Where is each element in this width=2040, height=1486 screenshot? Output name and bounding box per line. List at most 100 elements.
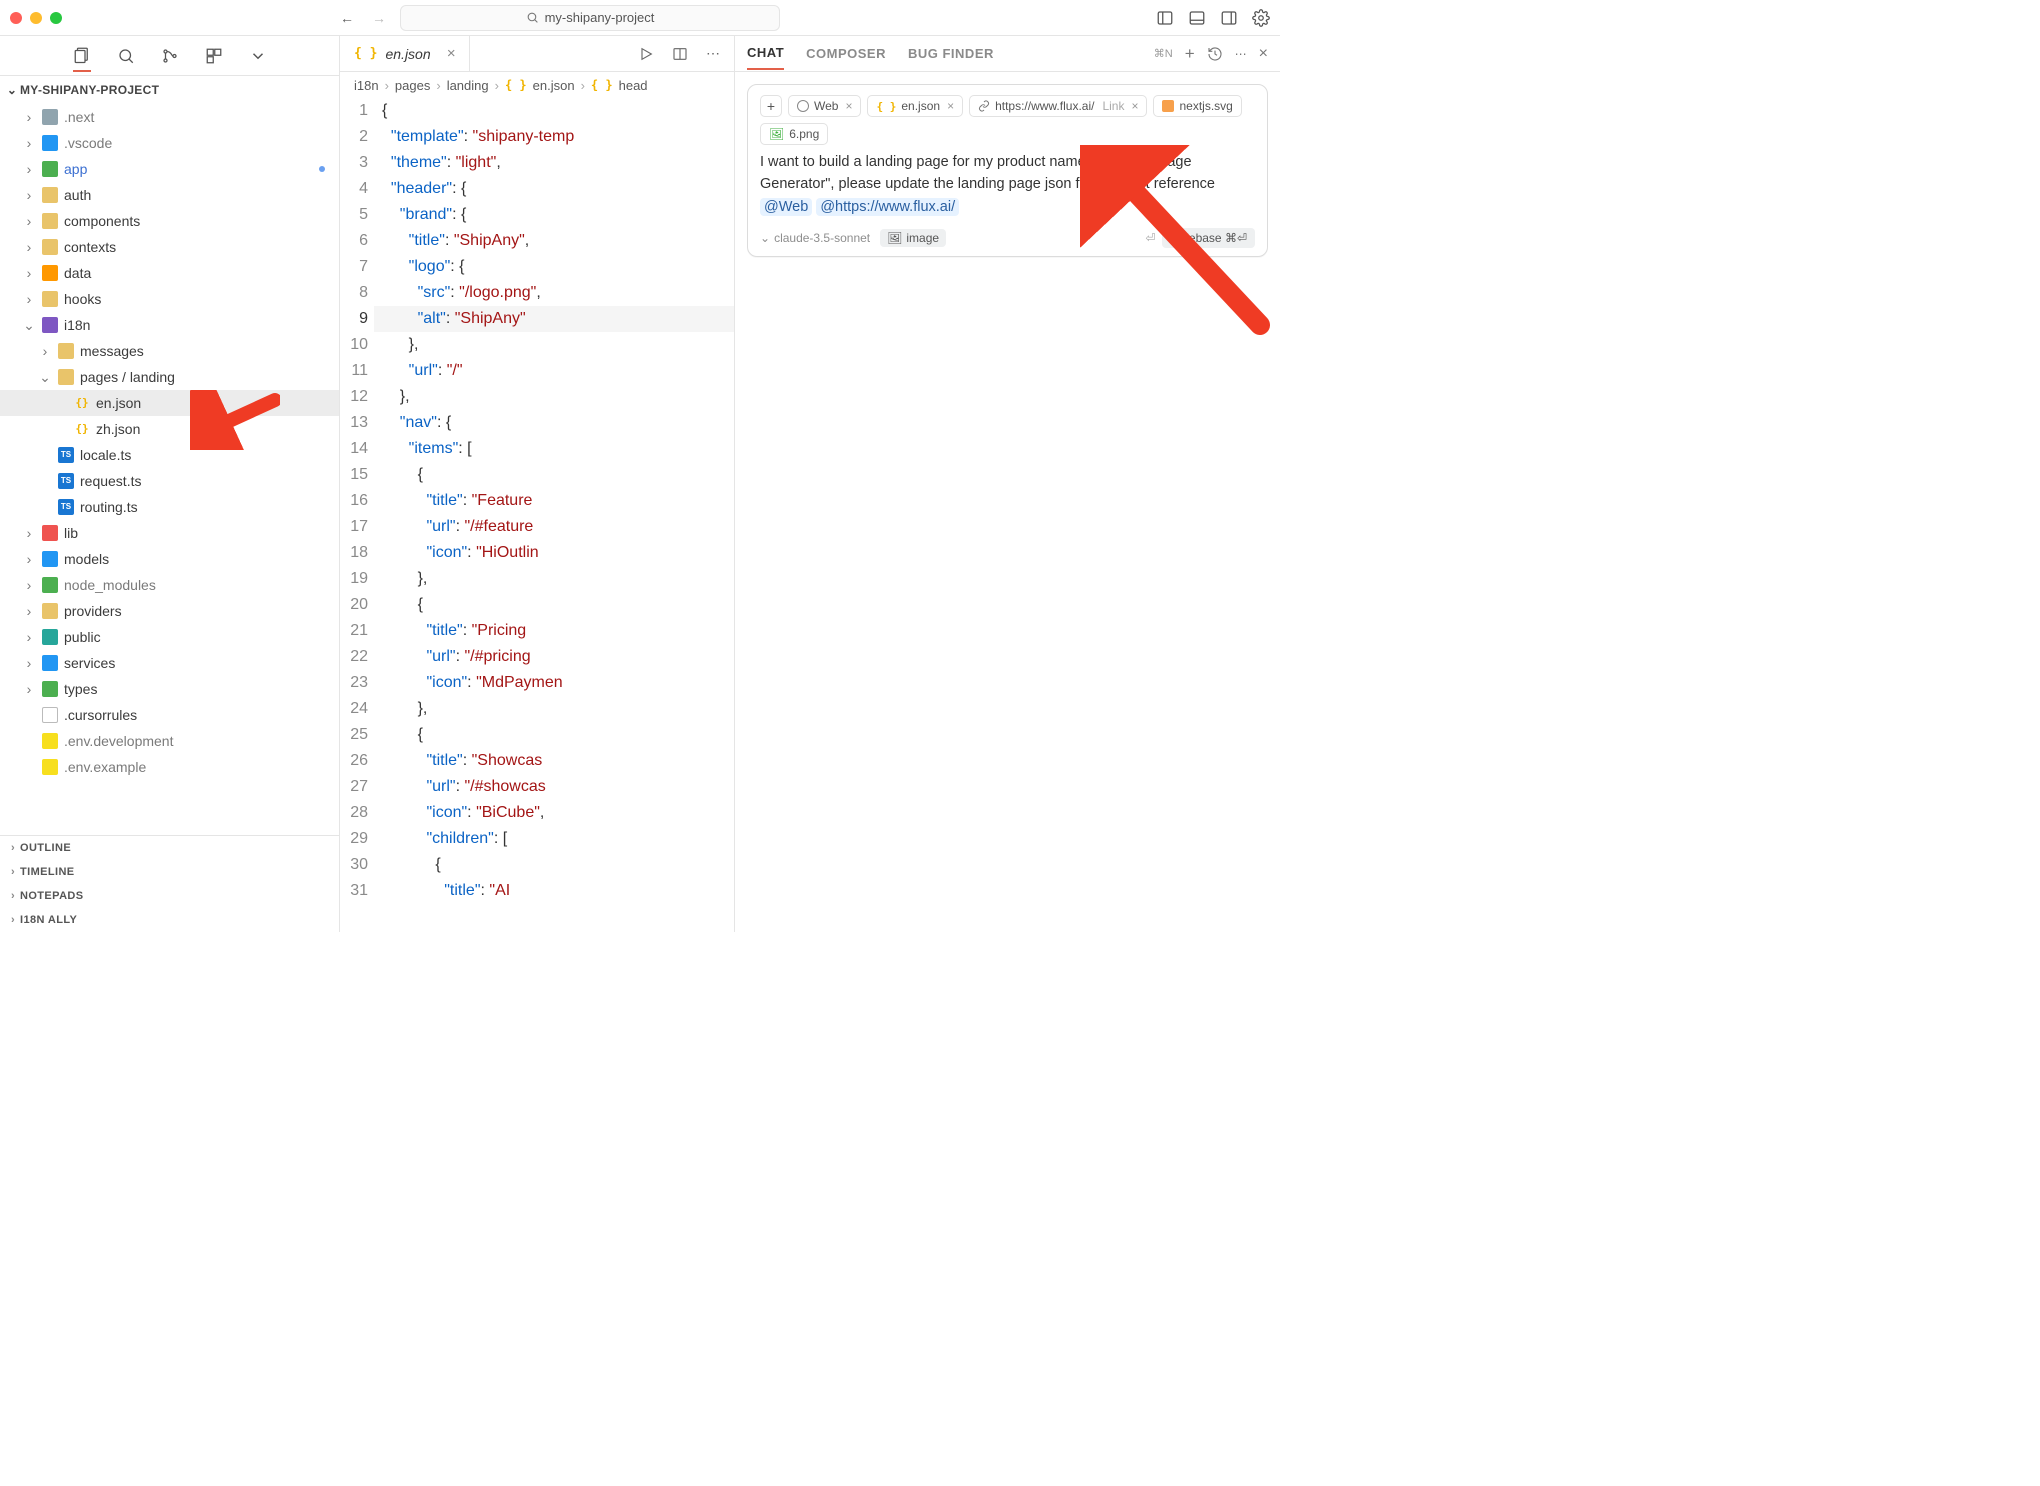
chevron-down-icon[interactable] <box>249 47 267 65</box>
more-icon[interactable]: ⋯ <box>706 45 720 62</box>
command-center[interactable]: my-shipany-project <box>400 5 780 31</box>
tree-file-request-ts[interactable]: request.ts <box>0 468 339 494</box>
close-window[interactable] <box>10 12 22 24</box>
chip-web[interactable]: Web× <box>788 95 861 117</box>
code-line[interactable]: 3 "theme": "light", <box>340 150 734 176</box>
tree-folder-auth[interactable]: ›auth <box>0 182 339 208</box>
tree-folder-app[interactable]: ›app <box>0 156 339 182</box>
image-attach-button[interactable]: 🖼 image <box>880 229 946 247</box>
tree-file-cursorrules[interactable]: .cursorrules <box>0 702 339 728</box>
tree-folder-next[interactable]: ›.next <box>0 104 339 130</box>
maximize-window[interactable] <box>50 12 62 24</box>
layout-left-icon[interactable] <box>1156 9 1174 27</box>
code-line[interactable]: 17 "url": "/#feature <box>340 514 734 540</box>
layout-right-icon[interactable] <box>1220 9 1238 27</box>
tree-folder-contexts[interactable]: ›contexts <box>0 234 339 260</box>
code-line[interactable]: 4 "header": { <box>340 176 734 202</box>
tab-bugfinder[interactable]: BUG FINDER <box>908 46 994 61</box>
mention-url[interactable]: @https://www.flux.ai/ <box>816 198 959 216</box>
codebase-button[interactable]: codebase ⌘⏎ <box>1162 228 1255 248</box>
code-line[interactable]: 2 "template": "shipany-temp <box>340 124 734 150</box>
code-line[interactable]: 6 "title": "ShipAny", <box>340 228 734 254</box>
tree-file-routing-ts[interactable]: routing.ts <box>0 494 339 520</box>
code-line[interactable]: 16 "title": "Feature <box>340 488 734 514</box>
tree-folder-i18n[interactable]: ⌄i18n <box>0 312 339 338</box>
section-outline[interactable]: ›OUTLINE <box>0 836 339 860</box>
chip-flux-url[interactable]: https://www.flux.ai/Link× <box>969 95 1147 117</box>
chat-prompt-text[interactable]: I want to build a landing page for my pr… <box>760 151 1255 218</box>
section-timeline[interactable]: ›TIMELINE <box>0 860 339 884</box>
remove-chip-icon[interactable]: × <box>1131 99 1138 113</box>
layout-bottom-icon[interactable] <box>1188 9 1206 27</box>
code-line[interactable]: 23 "icon": "MdPaymen <box>340 670 734 696</box>
tree-folder-hooks[interactable]: ›hooks <box>0 286 339 312</box>
code-line[interactable]: 14 "items": [ <box>340 436 734 462</box>
split-editor-icon[interactable] <box>672 46 688 62</box>
code-line[interactable]: 27 "url": "/#showcas <box>340 774 734 800</box>
nav-back-icon[interactable]: ← <box>340 10 354 26</box>
model-picker[interactable]: ⌄ claude-3.5-sonnet <box>760 231 870 245</box>
tab-composer[interactable]: COMPOSER <box>806 46 886 61</box>
close-panel-icon[interactable]: × <box>1259 45 1268 63</box>
tree-folder-services[interactable]: ›services <box>0 650 339 676</box>
run-icon[interactable] <box>638 46 654 62</box>
chip-en-json[interactable]: { }en.json× <box>867 95 963 117</box>
minimize-window[interactable] <box>30 12 42 24</box>
code-line[interactable]: 29 "children": [ <box>340 826 734 852</box>
code-editor[interactable]: 1{2 "template": "shipany-temp3 "theme": … <box>340 98 734 932</box>
nav-forward-icon[interactable]: → <box>372 10 386 26</box>
new-chat-icon[interactable]: + <box>1185 44 1195 64</box>
code-line[interactable]: 19 }, <box>340 566 734 592</box>
tree-file-zh-json[interactable]: zh.json <box>0 416 339 442</box>
code-line[interactable]: 8 "src": "/logo.png", <box>340 280 734 306</box>
tree-folder-providers[interactable]: ›providers <box>0 598 339 624</box>
code-line[interactable]: 18 "icon": "HiOutlin <box>340 540 734 566</box>
code-line[interactable]: 31 "title": "AI <box>340 878 734 904</box>
close-icon[interactable]: × <box>447 45 456 62</box>
code-line[interactable]: 12 }, <box>340 384 734 410</box>
code-line[interactable]: 7 "logo": { <box>340 254 734 280</box>
section-notepads[interactable]: ›NOTEPADS <box>0 884 339 908</box>
code-line[interactable]: 5 "brand": { <box>340 202 734 228</box>
add-context-button[interactable]: + <box>760 95 782 117</box>
tree-folder-data[interactable]: ›data <box>0 260 339 286</box>
code-line[interactable]: 20 { <box>340 592 734 618</box>
history-icon[interactable] <box>1207 46 1223 62</box>
source-control-icon[interactable] <box>161 47 179 65</box>
code-line[interactable]: 21 "title": "Pricing <box>340 618 734 644</box>
tab-chat[interactable]: CHAT <box>747 45 784 70</box>
chip-6png[interactable]: 🖼6.png <box>760 123 828 145</box>
breadcrumbs[interactable]: i18n› pages› landing› { } en.json› { } h… <box>340 72 734 98</box>
tree-folder-public[interactable]: ›public <box>0 624 339 650</box>
tree-file-en-json[interactable]: en.json <box>0 390 339 416</box>
project-header[interactable]: ⌄ MY-SHIPANY-PROJECT <box>0 76 339 104</box>
code-line[interactable]: 24 }, <box>340 696 734 722</box>
tree-folder-lib[interactable]: ›lib <box>0 520 339 546</box>
explorer-icon[interactable] <box>73 46 91 72</box>
code-line[interactable]: 15 { <box>340 462 734 488</box>
tree-folder-messages[interactable]: ›messages <box>0 338 339 364</box>
code-line[interactable]: 11 "url": "/" <box>340 358 734 384</box>
more-icon[interactable]: ⋯ <box>1235 47 1247 61</box>
code-line[interactable]: 10 }, <box>340 332 734 358</box>
code-line[interactable]: 25 { <box>340 722 734 748</box>
tree-file-env-example[interactable]: .env.example <box>0 754 339 780</box>
remove-chip-icon[interactable]: × <box>845 99 852 113</box>
tree-folder-components[interactable]: ›components <box>0 208 339 234</box>
code-line[interactable]: 26 "title": "Showcas <box>340 748 734 774</box>
chip-nextjs-svg[interactable]: nextjs.svg <box>1153 95 1241 117</box>
search-panel-icon[interactable] <box>117 47 135 65</box>
tree-folder-types[interactable]: ›types <box>0 676 339 702</box>
remove-chip-icon[interactable]: × <box>947 99 954 113</box>
mention-web[interactable]: @Web <box>760 198 812 216</box>
code-line[interactable]: 1{ <box>340 98 734 124</box>
tree-folder-node-modules[interactable]: ›node_modules <box>0 572 339 598</box>
tree-file-env-dev[interactable]: .env.development <box>0 728 339 754</box>
section-i18n-ally[interactable]: ›I18N ALLY <box>0 908 339 932</box>
code-line[interactable]: 9 "alt": "ShipAny" <box>340 306 734 332</box>
tab-en-json[interactable]: { } en.json × <box>340 36 470 71</box>
tree-folder-pages-landing[interactable]: ⌄pages / landing <box>0 364 339 390</box>
extensions-icon[interactable] <box>205 47 223 65</box>
tree-file-locale-ts[interactable]: locale.ts <box>0 442 339 468</box>
code-line[interactable]: 28 "icon": "BiCube", <box>340 800 734 826</box>
